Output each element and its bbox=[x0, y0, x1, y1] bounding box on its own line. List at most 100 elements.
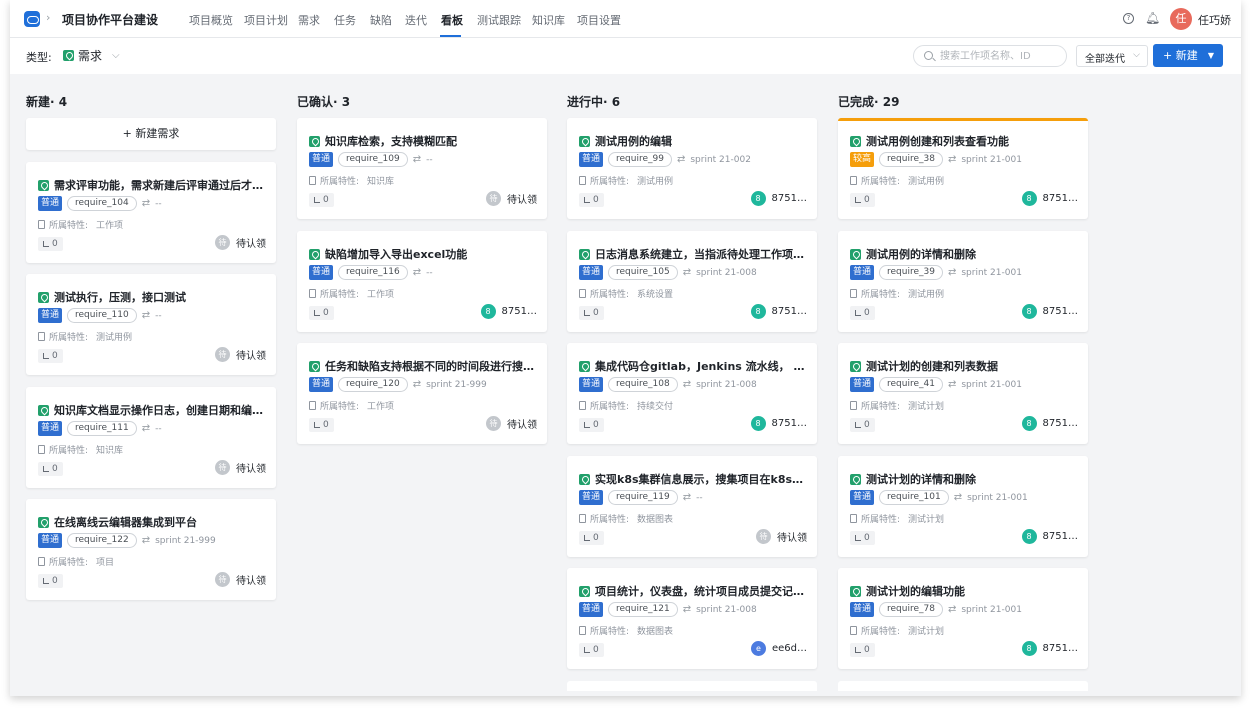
card-title[interactable]: 集成代码仓gitlab，Jenkins 流水线， 部署… bbox=[595, 358, 807, 374]
assignee[interactable]: 8 8751… bbox=[1021, 529, 1078, 544]
assignee[interactable]: 8 8751… bbox=[480, 304, 537, 319]
tab-defects[interactable]: 缺陷 bbox=[370, 12, 392, 28]
card-title[interactable]: 在线离线云编辑器集成到平台 bbox=[54, 514, 197, 530]
assignee[interactable]: e ee6d… bbox=[750, 641, 807, 656]
requirement-card[interactable]: 测试用例的编辑 普通 require_99 ⇄ sprint 21-002 所属特性:… bbox=[567, 118, 817, 219]
tab-kanban[interactable]: 看板 bbox=[441, 12, 463, 28]
sprint-label: sprint 21-002 bbox=[690, 154, 751, 165]
requirement-card[interactable]: 测试计划的创建和列表数据 普通 require_41 ⇄ sprint 21-001 … bbox=[838, 343, 1088, 444]
card-title[interactable]: 测试用例的详情和删除 bbox=[866, 246, 976, 262]
requirement-card-partial[interactable] bbox=[567, 681, 817, 691]
subtask-count: 0 bbox=[579, 418, 604, 432]
card-title[interactable]: 测试计划的详情和删除 bbox=[866, 471, 976, 487]
requirement-card[interactable]: 集成代码仓gitlab，Jenkins 流水线， 部署… 普通 require_1… bbox=[567, 343, 817, 444]
assignee[interactable]: 待待认领 bbox=[215, 572, 266, 587]
assignee[interactable]: 待待认领 bbox=[486, 191, 537, 206]
requirement-card[interactable]: 知识库检索，支持模糊匹配 普通 require_109 ⇄ -- 所属特性: 知识库 0… bbox=[297, 118, 547, 219]
assignee-avatar: 8 bbox=[750, 416, 766, 431]
requirement-card[interactable]: 实现k8s集群信息展示，搜集项目在k8s的命… 普通 require_119 ⇄ --… bbox=[567, 456, 817, 557]
feature-value: 项目 bbox=[96, 558, 115, 568]
card-title[interactable]: 知识库检索，支持模糊匹配 bbox=[325, 133, 457, 149]
card-title[interactable]: 测试计划的编辑功能 bbox=[866, 583, 965, 599]
assignee-name: ee6d… bbox=[771, 643, 807, 654]
requirement-card[interactable]: 测试用例的详情和删除 普通 require_39 ⇄ sprint 21-001 所属… bbox=[838, 231, 1088, 332]
caret-down-icon[interactable]: ▼ bbox=[1208, 44, 1214, 67]
card-title[interactable]: 测试用例的编辑 bbox=[595, 133, 672, 149]
assignee[interactable]: 8 8751… bbox=[1021, 304, 1078, 319]
assignee-name: 待认领 bbox=[507, 420, 537, 431]
requirement-card[interactable]: 缺陷增加导入导出excel功能 普通 require_116 ⇄ -- 所属特性: 工作… bbox=[297, 231, 547, 332]
priority-badge: 普通 bbox=[309, 377, 334, 392]
requirement-card[interactable]: 在线离线云编辑器集成到平台 普通 require_122 ⇄ sprint 21-99… bbox=[26, 499, 276, 600]
assignee[interactable]: 8 8751… bbox=[1021, 416, 1078, 431]
requirement-card[interactable]: 测试计划的编辑功能 普通 require_78 ⇄ sprint 21-001 所属特… bbox=[838, 568, 1088, 669]
sprint-cycle-icon: ⇄ bbox=[412, 267, 422, 278]
requirement-card[interactable]: 测试执行，压测，接口测试 普通 require_110 ⇄ -- 所属特性: 测试用例 … bbox=[26, 274, 276, 375]
requirement-card[interactable]: 日志消息系统建立，当指派待处理工作项，… 普通 require_105 ⇄ sprin… bbox=[567, 231, 817, 332]
new-item-button[interactable]: + 新建 ▼ bbox=[1153, 44, 1223, 67]
tab-requirements[interactable]: 需求 bbox=[298, 12, 320, 28]
assignee[interactable]: 8 8751… bbox=[1021, 641, 1078, 656]
assignee[interactable]: 8 8751… bbox=[1021, 191, 1078, 206]
card-title[interactable]: 实现k8s集群信息展示，搜集项目在k8s的命… bbox=[595, 471, 807, 487]
card-title[interactable]: 日志消息系统建立，当指派待处理工作项，… bbox=[595, 246, 807, 262]
requirement-card-partial[interactable] bbox=[838, 681, 1088, 691]
project-switch-chevron-icon[interactable]: ⌄ bbox=[149, 10, 158, 23]
assignee[interactable]: 待待认领 bbox=[215, 235, 266, 250]
assignee[interactable]: 待待认领 bbox=[486, 416, 537, 431]
user-avatar[interactable]: 任 bbox=[1170, 8, 1192, 30]
add-requirement-button[interactable]: + 新建需求 bbox=[26, 118, 276, 150]
assignee[interactable]: 8 8751… bbox=[750, 416, 807, 431]
feature-value: 测试用例 bbox=[637, 177, 674, 187]
subtask-tree-icon bbox=[584, 422, 590, 428]
tab-tasks[interactable]: 任务 bbox=[334, 12, 356, 28]
card-title[interactable]: 项目统计，仪表盘，统计项目成员提交记录… bbox=[595, 583, 807, 599]
card-title[interactable]: 测试用例创建和列表查看功能 bbox=[866, 133, 1009, 149]
requirement-card[interactable]: 知识库文档显示操作日志，创建日期和编辑… 普通 require_111 ⇄ -- 所属… bbox=[26, 387, 276, 488]
card-title[interactable]: 知识库文档显示操作日志，创建日期和编辑… bbox=[54, 402, 266, 418]
assignee[interactable]: 待待认领 bbox=[215, 347, 266, 362]
requirement-card[interactable]: 任务和缺陷支持根据不同的时间段进行搜索… 普通 require_120 ⇄ sprin… bbox=[297, 343, 547, 444]
project-name[interactable]: 项目协作平台建设 bbox=[62, 11, 158, 28]
feature-label: 所属特性: bbox=[861, 627, 901, 637]
requirement-card[interactable]: 测试用例创建和列表查看功能 较高 require_38 ⇄ sprint 21-001… bbox=[838, 118, 1088, 219]
card-title[interactable]: 测试计划的创建和列表数据 bbox=[866, 358, 998, 374]
feature-value: 工作项 bbox=[367, 402, 395, 412]
tab-project-settings[interactable]: 项目设置 bbox=[577, 12, 621, 28]
subtask-tree-icon bbox=[43, 241, 49, 247]
card-title[interactable]: 缺陷增加导入导出excel功能 bbox=[325, 246, 467, 262]
priority-badge: 普通 bbox=[38, 421, 63, 436]
assignee[interactable]: 待待认领 bbox=[756, 529, 807, 544]
sprint-label: sprint 21-001 bbox=[961, 267, 1022, 278]
requirement-icon bbox=[38, 291, 49, 303]
type-filter-select[interactable]: 需求 ⌵ bbox=[63, 47, 120, 64]
tab-plan[interactable]: 项目计划 bbox=[244, 12, 288, 28]
sprint-label: -- bbox=[155, 310, 162, 321]
requirement-card[interactable]: 需求评审功能，需求新建后评审通过后才能… 普通 require_104 ⇄ -- 所属… bbox=[26, 162, 276, 263]
subtask-count: 0 bbox=[38, 349, 63, 363]
sprint-label: sprint 21-008 bbox=[696, 379, 757, 390]
requirement-card[interactable]: 项目统计，仪表盘，统计项目成员提交记录… 普通 require_121 ⇄ sprin… bbox=[567, 568, 817, 669]
tab-overview[interactable]: 项目概览 bbox=[189, 12, 233, 28]
bell-icon[interactable]: 🔔︎ bbox=[1145, 11, 1160, 25]
assignee[interactable]: 8 8751… bbox=[750, 191, 807, 206]
search-input[interactable] bbox=[940, 49, 1062, 64]
help-icon[interactable]: ? bbox=[1123, 13, 1134, 24]
requirement-card[interactable]: 测试计划的详情和删除 普通 require_101 ⇄ sprint 21-001 所… bbox=[838, 456, 1088, 557]
card-title[interactable]: 测试执行，压测，接口测试 bbox=[54, 289, 186, 305]
subtask-count-value: 0 bbox=[864, 420, 870, 430]
search-box[interactable] bbox=[913, 45, 1067, 67]
tab-test-tracking[interactable]: 测试跟踪 bbox=[477, 12, 521, 28]
assignee[interactable]: 待待认领 bbox=[215, 460, 266, 475]
card-title[interactable]: 任务和缺陷支持根据不同的时间段进行搜索… bbox=[325, 358, 537, 374]
iteration-select[interactable]: 全部迭代 ⌵ bbox=[1076, 45, 1148, 67]
sprint-label: sprint 21-001 bbox=[961, 154, 1022, 165]
app-logo-icon[interactable] bbox=[24, 11, 40, 27]
user-name[interactable]: 任巧娇 bbox=[1198, 12, 1231, 28]
tab-knowledge-base[interactable]: 知识库 bbox=[532, 12, 565, 28]
document-icon bbox=[850, 176, 857, 185]
assignee[interactable]: 8 8751… bbox=[750, 304, 807, 319]
card-title[interactable]: 需求评审功能，需求新建后评审通过后才能… bbox=[54, 177, 266, 193]
tab-iterations[interactable]: 迭代 bbox=[405, 12, 427, 28]
subtask-count: 0 bbox=[579, 531, 604, 545]
